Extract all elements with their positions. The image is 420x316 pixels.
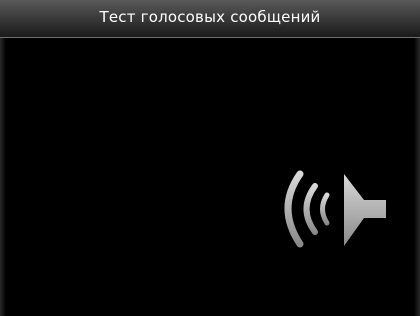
right-frame-edge bbox=[414, 38, 420, 316]
page-title: Тест голосовых сообщений bbox=[99, 8, 321, 26]
title-bar: Тест голосовых сообщений bbox=[0, 0, 420, 38]
voice-test-screen: Тест голосовых сообщений bbox=[0, 0, 420, 316]
left-frame-edge bbox=[0, 38, 6, 316]
speaker-sound-icon bbox=[274, 160, 404, 270]
